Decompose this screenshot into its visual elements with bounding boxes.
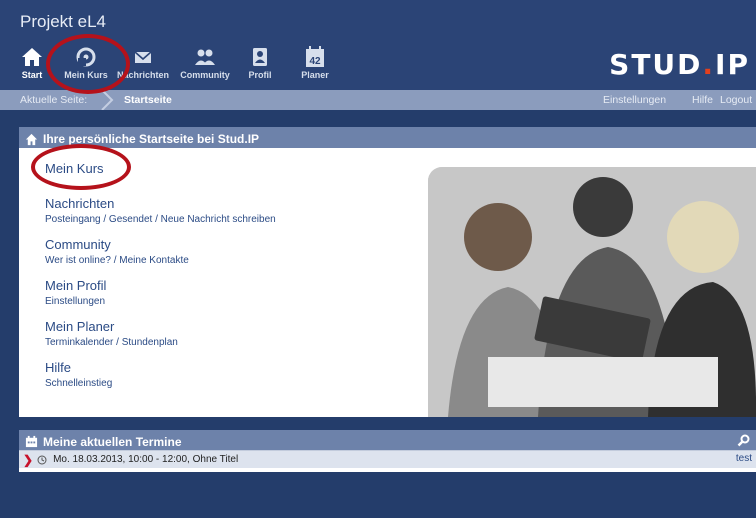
profile-icon bbox=[253, 48, 267, 66]
nav-start[interactable]: Start bbox=[18, 46, 46, 88]
link-profil-sub[interactable]: Einstellungen bbox=[45, 296, 276, 307]
termin-text: Mo. 18.03.2013, 10:00 - 12:00, Ohne Tite… bbox=[53, 454, 239, 465]
start-links: Mein Kurs Nachrichten Posteingang / Gese… bbox=[45, 161, 276, 401]
link-hilfe-sub[interactable]: Schnelleinstieg bbox=[45, 378, 276, 389]
link-profil: Mein Profil Einstellungen bbox=[45, 278, 276, 307]
start-panel: Ihre persönliche Startseite bei Stud.IP … bbox=[19, 127, 756, 417]
start-panel-title: Ihre persönliche Startseite bei Stud.IP bbox=[43, 132, 260, 146]
clock-icon bbox=[37, 455, 47, 464]
start-panel-header: Ihre persönliche Startseite bei Stud.IP bbox=[19, 127, 756, 148]
link-planer: Mein Planer Terminkalender / Stundenplan bbox=[45, 319, 276, 348]
nav-planer-label: Planer bbox=[301, 70, 329, 80]
termine-panel: Meine aktuellen Termine ❯ Mo. 18.03.2013… bbox=[19, 430, 756, 472]
nav-profil-label: Profil bbox=[248, 70, 272, 80]
link-community-title[interactable]: Community bbox=[45, 237, 276, 252]
link-community-sub[interactable]: Wer ist online? / Meine Kontakte bbox=[45, 255, 276, 266]
termin-row[interactable]: ❯ Mo. 18.03.2013, 10:00 - 12:00, Ohne Ti… bbox=[19, 450, 756, 468]
studip-logo: STUD.IP bbox=[609, 48, 750, 81]
link-profil-title[interactable]: Mein Profil bbox=[45, 278, 276, 293]
help-link[interactable]: Hilfe bbox=[692, 94, 713, 106]
link-mein-kurs-title[interactable]: Mein Kurs bbox=[45, 161, 276, 176]
link-hilfe: Hilfe Schnelleinstieg bbox=[45, 360, 276, 389]
nav-mein-kurs-label: Mein Kurs bbox=[64, 70, 108, 80]
breadcrumb-bar: Aktuelle Seite: Startseite Einstellungen… bbox=[0, 90, 756, 110]
link-nachrichten-title[interactable]: Nachrichten bbox=[45, 196, 276, 211]
home-small-icon bbox=[25, 133, 38, 145]
nav-nachrichten[interactable]: Nachrichten bbox=[113, 46, 173, 88]
expand-arrow-icon[interactable]: ❯ bbox=[23, 453, 33, 467]
nav-planer[interactable]: 42 Planer bbox=[298, 46, 332, 88]
nav-community-label: Community bbox=[180, 70, 230, 80]
link-community: Community Wer ist online? / Meine Kontak… bbox=[45, 237, 276, 266]
students-illustration bbox=[428, 167, 756, 417]
community-icon bbox=[195, 49, 215, 65]
home-icon bbox=[22, 48, 42, 66]
breadcrumb-current-label: Aktuelle Seite: bbox=[20, 94, 88, 106]
nav-profil[interactable]: Profil bbox=[245, 46, 275, 88]
nav-nachrichten-label: Nachrichten bbox=[116, 70, 169, 80]
termine-panel-title: Meine aktuellen Termine bbox=[43, 434, 182, 449]
breadcrumb-page: Startseite bbox=[124, 94, 172, 106]
nav-start-label: Start bbox=[21, 70, 43, 80]
link-mein-kurs[interactable]: Mein Kurs bbox=[45, 161, 276, 176]
calendar-icon: 42 bbox=[306, 46, 324, 67]
link-nachrichten: Nachrichten Posteingang / Gesendet / Neu… bbox=[45, 196, 276, 225]
app-title: Projekt eL4 bbox=[20, 12, 106, 31]
breadcrumb-separator-icon bbox=[101, 90, 114, 110]
nav-mein-kurs[interactable]: Mein Kurs bbox=[60, 46, 112, 88]
termin-right-link[interactable]: test bbox=[736, 453, 752, 464]
link-planer-title[interactable]: Mein Planer bbox=[45, 319, 276, 334]
nav-community[interactable]: Community bbox=[177, 46, 233, 88]
course-icon bbox=[76, 47, 96, 67]
students-photo bbox=[428, 167, 756, 417]
calendar-small-icon bbox=[25, 435, 38, 448]
mail-icon bbox=[134, 51, 152, 63]
settings-gear-icon[interactable] bbox=[737, 434, 750, 447]
settings-link[interactable]: Einstellungen bbox=[603, 94, 666, 106]
termine-panel-header: Meine aktuellen Termine bbox=[19, 430, 756, 450]
link-hilfe-title[interactable]: Hilfe bbox=[45, 360, 276, 375]
link-nachrichten-sub[interactable]: Posteingang / Gesendet / Neue Nachricht … bbox=[45, 214, 276, 225]
header: Projekt eL4 Start Mein Kurs Nachrichten bbox=[0, 0, 756, 90]
logout-link[interactable]: Logout bbox=[720, 94, 752, 106]
link-planer-sub[interactable]: Terminkalender / Stundenplan bbox=[45, 337, 276, 348]
calendar-badge: 42 bbox=[309, 56, 321, 67]
